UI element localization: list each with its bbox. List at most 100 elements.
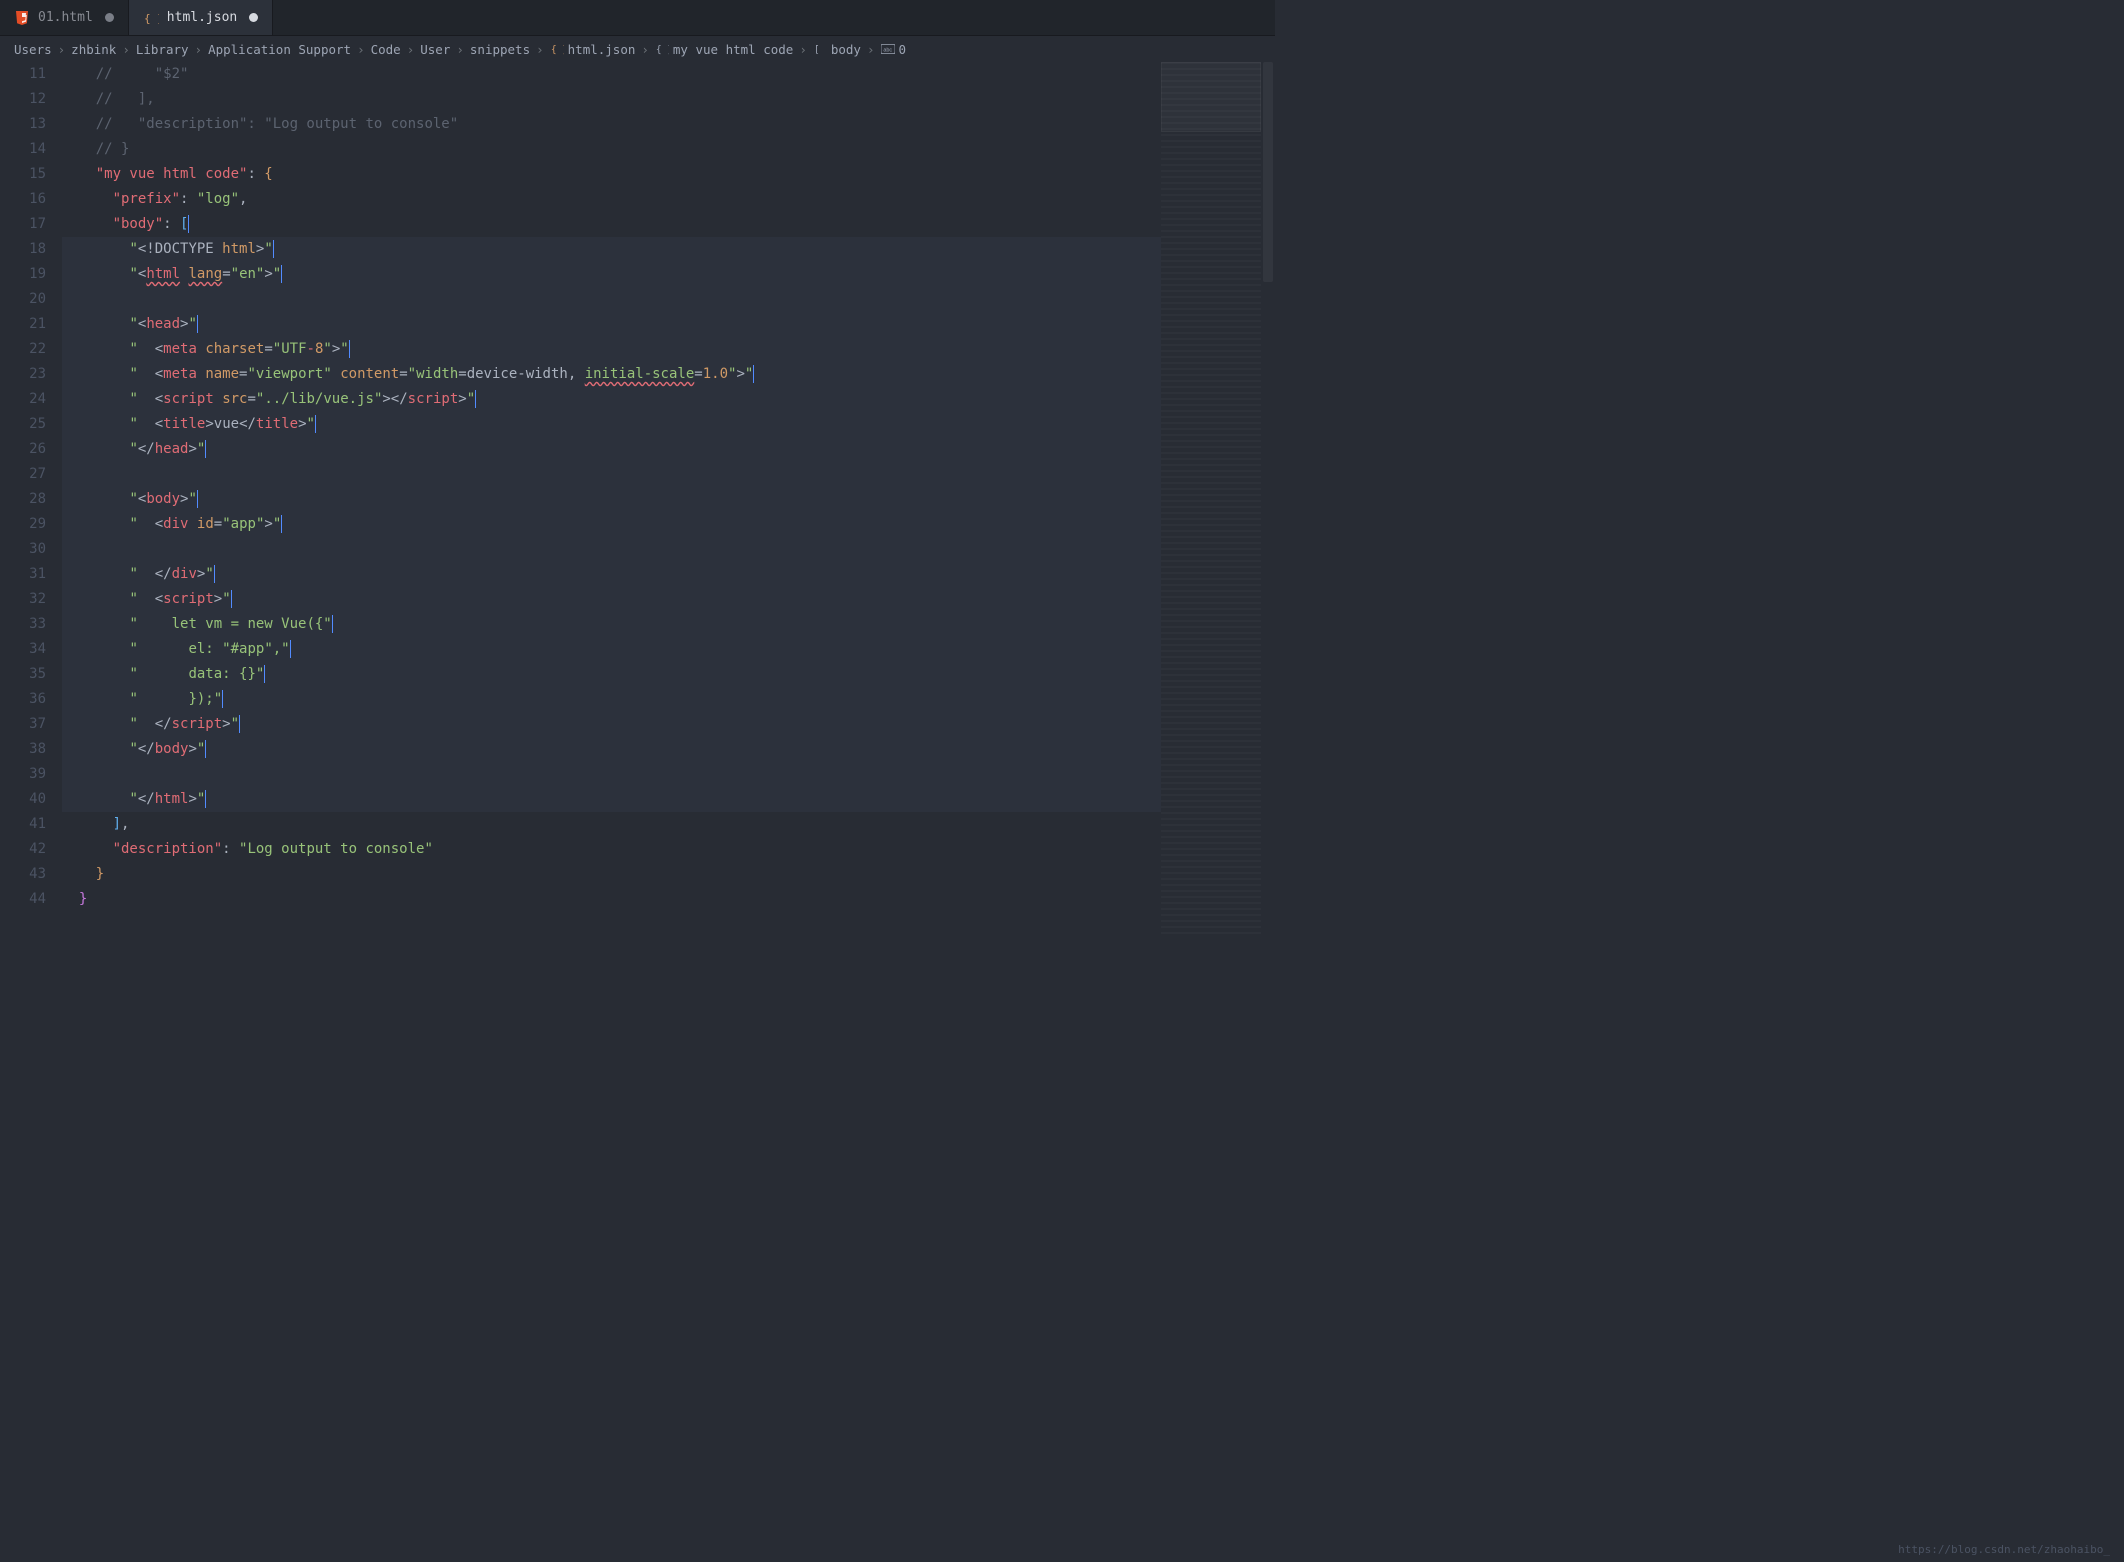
- html5-icon: [14, 10, 30, 26]
- line-number: 35: [0, 662, 46, 687]
- code-line[interactable]: " <title>vue</title>": [62, 412, 1161, 437]
- chevron-right-icon: ›: [536, 42, 544, 57]
- code-line[interactable]: [62, 537, 1161, 562]
- code-line[interactable]: " data: {}": [62, 662, 1161, 687]
- breadcrumb-item[interactable]: { } my vue html code: [655, 42, 793, 57]
- breadcrumb-label: 0: [899, 42, 907, 57]
- braces-icon: { }: [655, 42, 669, 56]
- svg-text:abc: abc: [883, 47, 892, 53]
- breadcrumb-item[interactable]: snippets: [470, 42, 530, 57]
- text-cursor: [231, 590, 232, 608]
- code-editor[interactable]: 1112131415161718192021222324252627282930…: [0, 62, 1275, 937]
- code-line[interactable]: // "$2": [62, 62, 1161, 87]
- line-number: 27: [0, 462, 46, 487]
- breadcrumb-item[interactable]: User: [420, 42, 450, 57]
- code-line[interactable]: "<html lang="en">": [62, 262, 1161, 287]
- minimap-viewport[interactable]: [1161, 62, 1261, 132]
- code-line[interactable]: "</html>": [62, 787, 1161, 812]
- code-line[interactable]: }: [62, 862, 1161, 887]
- text-cursor: [273, 240, 274, 258]
- breadcrumb-label: Code: [371, 42, 401, 57]
- code-line[interactable]: "description": "Log output to console": [62, 837, 1161, 862]
- line-number: 21: [0, 312, 46, 337]
- editor-window: 01.html{ }html.json Users›zhbink›Library…: [0, 0, 1275, 937]
- code-line[interactable]: "<head>": [62, 312, 1161, 337]
- chevron-right-icon: ›: [122, 42, 130, 57]
- breadcrumb-item[interactable]: abc 0: [881, 42, 907, 57]
- code-line[interactable]: "</head>": [62, 437, 1161, 462]
- code-content[interactable]: // "$2" // ], // "description": "Log out…: [62, 62, 1161, 937]
- breadcrumb-label: Application Support: [208, 42, 351, 57]
- breadcrumb-item[interactable]: [ ] body: [813, 42, 861, 57]
- line-number: 14: [0, 137, 46, 162]
- svg-text:[ ]: [ ]: [814, 45, 827, 56]
- line-number: 25: [0, 412, 46, 437]
- code-line[interactable]: " <meta charset="UTF-8">": [62, 337, 1161, 362]
- chevron-right-icon: ›: [195, 42, 203, 57]
- code-line[interactable]: "prefix": "log",: [62, 187, 1161, 212]
- code-line[interactable]: [62, 462, 1161, 487]
- code-line[interactable]: " <meta name="viewport" content="width=d…: [62, 362, 1161, 387]
- line-number: 36: [0, 687, 46, 712]
- code-line[interactable]: " });": [62, 687, 1161, 712]
- code-line[interactable]: "body": [: [62, 212, 1161, 237]
- line-number: 22: [0, 337, 46, 362]
- dirty-indicator-icon: [249, 13, 258, 22]
- code-line[interactable]: }: [62, 887, 1161, 912]
- code-line[interactable]: " <div id="app">": [62, 512, 1161, 537]
- breadcrumb-item[interactable]: { }html.json: [550, 42, 636, 57]
- line-number: 19: [0, 262, 46, 287]
- code-line[interactable]: " </script>": [62, 712, 1161, 737]
- line-number: 40: [0, 787, 46, 812]
- code-line[interactable]: " let vm = new Vue({": [62, 612, 1161, 637]
- minimap[interactable]: [1161, 62, 1261, 937]
- code-line[interactable]: " </div>": [62, 562, 1161, 587]
- breadcrumb-item[interactable]: zhbink: [71, 42, 116, 57]
- code-line[interactable]: " el: "#app",": [62, 637, 1161, 662]
- line-number: 13: [0, 112, 46, 137]
- line-number: 28: [0, 487, 46, 512]
- line-number: 42: [0, 837, 46, 862]
- breadcrumb-label: zhbink: [71, 42, 116, 57]
- breadcrumb-item[interactable]: Library: [136, 42, 189, 57]
- code-line[interactable]: " <script>": [62, 587, 1161, 612]
- line-number: 29: [0, 512, 46, 537]
- line-number: 44: [0, 887, 46, 912]
- text-cursor: [264, 665, 265, 683]
- line-number: 26: [0, 437, 46, 462]
- text-cursor: [753, 365, 754, 383]
- code-line[interactable]: "<!DOCTYPE html>": [62, 237, 1161, 262]
- breadcrumb-label: body: [831, 42, 861, 57]
- tab-html-json[interactable]: { }html.json: [129, 0, 273, 35]
- code-line[interactable]: "<body>": [62, 487, 1161, 512]
- code-line[interactable]: "my vue html code": {: [62, 162, 1161, 187]
- line-number: 43: [0, 862, 46, 887]
- text-cursor: [315, 415, 316, 433]
- line-number: 39: [0, 762, 46, 787]
- brackets-icon: [ ]: [813, 42, 827, 56]
- vertical-scrollbar[interactable]: [1261, 62, 1275, 937]
- breadcrumb-item[interactable]: Users: [14, 42, 52, 57]
- breadcrumb-item[interactable]: Application Support: [208, 42, 351, 57]
- code-line[interactable]: [62, 762, 1161, 787]
- line-number: 12: [0, 87, 46, 112]
- breadcrumb-label: Users: [14, 42, 52, 57]
- code-line[interactable]: "</body>": [62, 737, 1161, 762]
- code-line[interactable]: " <script src="../lib/vue.js"></script>": [62, 387, 1161, 412]
- chevron-right-icon: ›: [58, 42, 66, 57]
- chevron-right-icon: ›: [867, 42, 875, 57]
- code-line[interactable]: // }: [62, 137, 1161, 162]
- line-number-gutter: 1112131415161718192021222324252627282930…: [0, 62, 62, 937]
- breadcrumb-item[interactable]: Code: [371, 42, 401, 57]
- code-line[interactable]: // "description": "Log output to console…: [62, 112, 1161, 137]
- tab-01-html[interactable]: 01.html: [0, 0, 129, 35]
- line-number: 30: [0, 537, 46, 562]
- code-line[interactable]: [62, 287, 1161, 312]
- line-number: 16: [0, 187, 46, 212]
- breadcrumb-label: my vue html code: [673, 42, 793, 57]
- code-line[interactable]: // ],: [62, 87, 1161, 112]
- breadcrumb-label: snippets: [470, 42, 530, 57]
- svg-text:{ }: { }: [551, 45, 564, 56]
- code-line[interactable]: ],: [62, 812, 1161, 837]
- scrollbar-thumb[interactable]: [1263, 62, 1273, 282]
